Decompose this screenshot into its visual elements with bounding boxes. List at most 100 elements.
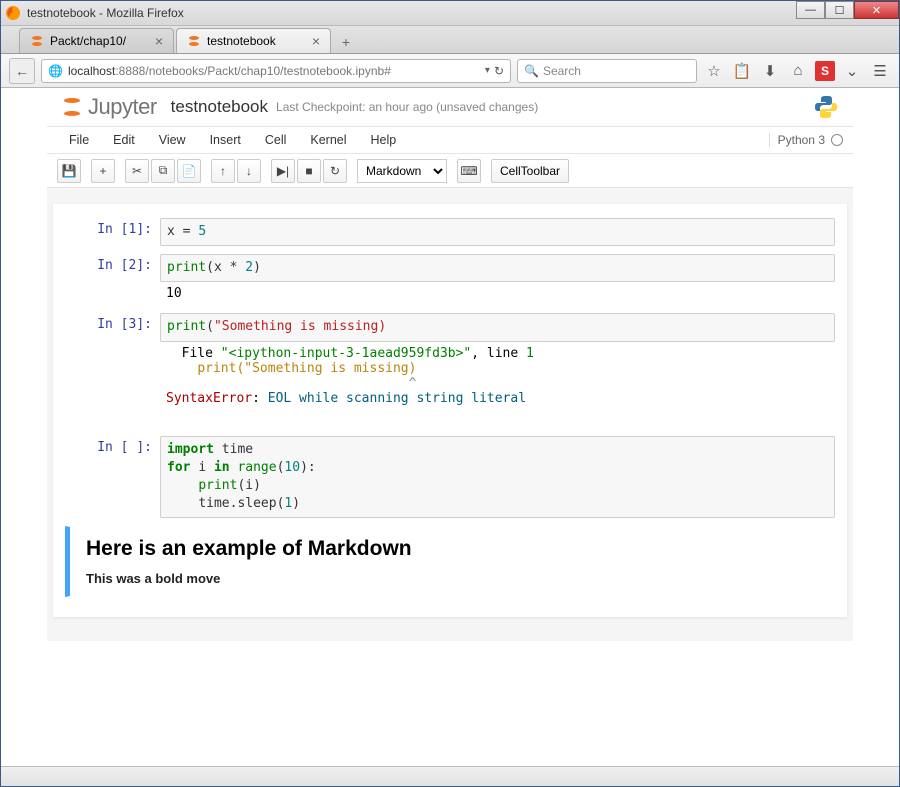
code-output: 10 <box>160 282 835 305</box>
markdown-heading: Here is an example of Markdown <box>86 537 818 561</box>
jupyter-toolbar: 💾 + ✂ ⧉ 📄 ↑ ↓ ▶| ■ ↻ <box>47 154 853 188</box>
search-icon: 🔍 <box>524 64 539 78</box>
url-host: localhost <box>68 64 115 78</box>
move-up-button[interactable]: ↑ <box>211 159 235 183</box>
menu-cell[interactable]: Cell <box>253 129 299 151</box>
cut-icon: ✂ <box>132 164 142 178</box>
jupyter-header: Jupyter testnotebook Last Checkpoint: an… <box>47 88 853 126</box>
jupyter-logo[interactable]: Jupyter <box>61 94 157 120</box>
code-input[interactable]: print(x * 2) <box>160 254 835 282</box>
download-icon[interactable]: ⬇ <box>759 60 781 82</box>
tab-bar: Packt/chap10/ × testnotebook × + <box>1 26 899 54</box>
browser-tab-testnotebook[interactable]: testnotebook × <box>176 28 331 53</box>
save-icon: 💾 <box>62 164 77 178</box>
markdown-paragraph: This was a bold move <box>86 571 818 586</box>
plus-icon: + <box>99 164 106 178</box>
maximize-button[interactable]: ☐ <box>825 1 854 19</box>
move-down-button[interactable]: ↓ <box>237 159 261 183</box>
code-cell-4[interactable]: In [ ]: import time for i in range(10): … <box>65 436 835 519</box>
jupyter-favicon-icon <box>187 34 201 48</box>
notebook-area: In [1]: x = 5 In [2]: print(x * 2) 10 <box>47 188 853 641</box>
extension-chevron-icon[interactable]: ⌄ <box>841 60 863 82</box>
code-cell-2[interactable]: In [2]: print(x * 2) 10 <box>65 254 835 305</box>
clipboard-icon[interactable]: 📋 <box>731 60 753 82</box>
url-dropdown-icon[interactable]: ▾ <box>481 65 494 76</box>
cut-button[interactable]: ✂ <box>125 159 149 183</box>
stop-icon: ■ <box>305 164 312 178</box>
arrow-down-icon: ↓ <box>246 164 252 178</box>
arrow-up-icon: ↑ <box>220 164 226 178</box>
cell-type-select[interactable]: Markdown <box>357 159 447 183</box>
input-prompt: In [3]: <box>65 313 160 409</box>
markdown-cell[interactable]: Here is an example of Markdown This was … <box>65 526 835 597</box>
close-tab-icon[interactable]: × <box>312 33 320 49</box>
interrupt-button[interactable]: ■ <box>297 159 321 183</box>
restart-icon: ↻ <box>330 164 340 178</box>
code-input[interactable]: print("Something is missing) <box>160 313 835 341</box>
input-prompt: In [1]: <box>65 218 160 246</box>
kernel-idle-icon <box>831 134 843 146</box>
jupyter-orb-icon <box>61 96 83 118</box>
restart-button[interactable]: ↻ <box>323 159 347 183</box>
url-path: :8888/notebooks/Packt/chap10/testnoteboo… <box>115 64 391 78</box>
reload-icon[interactable]: ↻ <box>494 64 504 78</box>
tab-label: Packt/chap10/ <box>50 34 126 48</box>
code-input[interactable]: import time for i in range(10): print(i)… <box>160 436 835 519</box>
paste-icon: 📄 <box>182 164 197 178</box>
tab-label: testnotebook <box>207 34 276 48</box>
window-titlebar: testnotebook - Mozilla Firefox — ☐ ✕ <box>1 1 899 26</box>
url-field[interactable]: 🌐 localhost:8888/notebooks/Packt/chap10/… <box>41 59 511 83</box>
close-tab-icon[interactable]: × <box>155 33 163 49</box>
menu-edit[interactable]: Edit <box>101 129 147 151</box>
jupyter-menubar: File Edit View Insert Cell Kernel Help P… <box>47 126 853 154</box>
python-icon <box>813 94 839 120</box>
jupyter-favicon-icon <box>30 34 44 48</box>
kernel-name: Python 3 <box>778 133 825 147</box>
menu-view[interactable]: View <box>147 129 198 151</box>
run-button[interactable]: ▶| <box>271 159 295 183</box>
window-controls: — ☐ ✕ <box>796 1 899 19</box>
minimize-button[interactable]: — <box>796 1 825 19</box>
firefox-icon <box>5 5 21 21</box>
browser-statusbar <box>1 766 899 786</box>
window-title: testnotebook - Mozilla Firefox <box>27 6 184 20</box>
run-icon: ▶| <box>277 164 289 178</box>
page-content: Jupyter testnotebook Last Checkpoint: an… <box>1 88 899 766</box>
notebook-name[interactable]: testnotebook <box>171 97 268 117</box>
spacer <box>65 418 835 436</box>
menu-help[interactable]: Help <box>359 129 409 151</box>
jupyter-wrapper: File Edit View Insert Cell Kernel Help P… <box>47 126 853 641</box>
kernel-indicator[interactable]: Python 3 <box>769 133 843 147</box>
checkpoint-status: Last Checkpoint: an hour ago (unsaved ch… <box>276 100 538 114</box>
copy-button[interactable]: ⧉ <box>151 159 175 183</box>
menu-insert[interactable]: Insert <box>198 129 253 151</box>
paste-button[interactable]: 📄 <box>177 159 201 183</box>
extension-s-icon[interactable]: S <box>815 61 835 81</box>
copy-icon: ⧉ <box>159 163 168 178</box>
save-button[interactable]: 💾 <box>57 159 81 183</box>
browser-tab-packt[interactable]: Packt/chap10/ × <box>19 28 174 53</box>
notebook-inner: In [1]: x = 5 In [2]: print(x * 2) 10 <box>53 204 847 617</box>
globe-icon: 🌐 <box>48 64 63 78</box>
input-prompt: In [2]: <box>65 254 160 305</box>
code-cell-3[interactable]: In [3]: print("Something is missing) Fil… <box>65 313 835 409</box>
code-error-output: File "<ipython-input-3-1aead959fd3b>", l… <box>160 342 835 410</box>
hamburger-menu-icon[interactable]: ☰ <box>869 60 891 82</box>
menu-file[interactable]: File <box>57 129 101 151</box>
new-tab-button[interactable]: + <box>333 31 359 53</box>
cell-toolbar-button[interactable]: CellToolbar <box>491 159 569 183</box>
search-field[interactable]: 🔍 Search <box>517 59 697 83</box>
keyboard-icon: ⌨ <box>460 164 477 178</box>
search-placeholder: Search <box>543 64 581 78</box>
insert-cell-button[interactable]: + <box>91 159 115 183</box>
input-prompt: In [ ]: <box>65 436 160 519</box>
jupyter-brand-text: Jupyter <box>88 94 157 120</box>
code-input[interactable]: x = 5 <box>160 218 835 246</box>
close-window-button[interactable]: ✕ <box>854 1 899 19</box>
menu-kernel[interactable]: Kernel <box>298 129 358 151</box>
home-icon[interactable]: ⌂ <box>787 60 809 82</box>
back-button[interactable]: ← <box>9 58 35 84</box>
bookmark-icon[interactable]: ☆ <box>703 60 725 82</box>
command-palette-button[interactable]: ⌨ <box>457 159 481 183</box>
code-cell-1[interactable]: In [1]: x = 5 <box>65 218 835 246</box>
